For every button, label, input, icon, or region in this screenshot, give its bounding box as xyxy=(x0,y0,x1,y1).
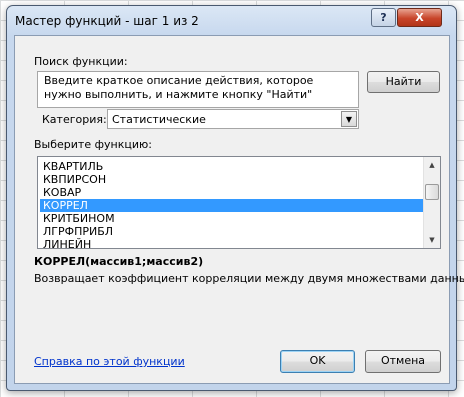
help-icon: ? xyxy=(380,11,387,24)
close-icon: X xyxy=(415,11,424,24)
category-value: Статистические xyxy=(112,113,206,126)
scroll-down-icon[interactable]: ▼ xyxy=(424,232,440,248)
function-description: Возвращает коэффициент корреляции между … xyxy=(34,272,464,285)
scroll-up-icon[interactable]: ▲ xyxy=(424,157,440,173)
title-bar[interactable]: Мастер функций - шаг 1 из 2 ? X xyxy=(7,6,456,36)
list-item[interactable]: ЛГРФПРИБЛ xyxy=(40,225,424,238)
chevron-down-icon[interactable]: ▼ xyxy=(341,111,357,127)
list-item-selected[interactable]: КОРРЕЛ xyxy=(40,199,424,212)
scroll-thumb[interactable] xyxy=(425,184,439,200)
category-select[interactable]: Статистические ▼ xyxy=(107,109,359,129)
function-signature: КОРРЕЛ(массив1;массив2) xyxy=(34,255,204,268)
search-input[interactable]: Введите краткое описание действия, котор… xyxy=(37,71,359,108)
dialog-body: Поиск функции: Введите краткое описание … xyxy=(14,35,464,384)
function-wizard-dialog: Мастер функций - шаг 1 из 2 ? X Поиск фу… xyxy=(6,5,464,391)
find-button[interactable]: Найти xyxy=(367,71,440,93)
function-list-label: Выберите функцию: xyxy=(34,138,152,151)
ok-button[interactable]: OK xyxy=(280,350,355,373)
cancel-button[interactable]: Отмена xyxy=(365,350,441,373)
search-label: Поиск функции: xyxy=(34,55,128,68)
help-button[interactable]: ? xyxy=(371,8,396,27)
list-item[interactable]: КВПИРСОН xyxy=(40,173,424,186)
list-item[interactable]: КВАРТИЛЬ xyxy=(40,160,424,173)
list-item[interactable]: КРИТБИНОМ xyxy=(40,212,424,225)
list-item[interactable]: ЛИНЕЙН xyxy=(40,238,424,248)
dialog-title: Мастер функций - шаг 1 из 2 xyxy=(15,14,199,28)
function-list[interactable]: КВАРТИЛЬ КВПИРСОН КОВАР КОРРЕЛ КРИТБИНОМ… xyxy=(37,156,441,249)
category-label: Категория: xyxy=(42,113,107,126)
function-help-link[interactable]: Справка по этой функции xyxy=(34,355,185,368)
list-item[interactable]: КОВАР xyxy=(40,186,424,199)
list-scrollbar[interactable]: ▲ ▼ xyxy=(423,157,440,248)
close-button[interactable]: X xyxy=(397,8,442,27)
